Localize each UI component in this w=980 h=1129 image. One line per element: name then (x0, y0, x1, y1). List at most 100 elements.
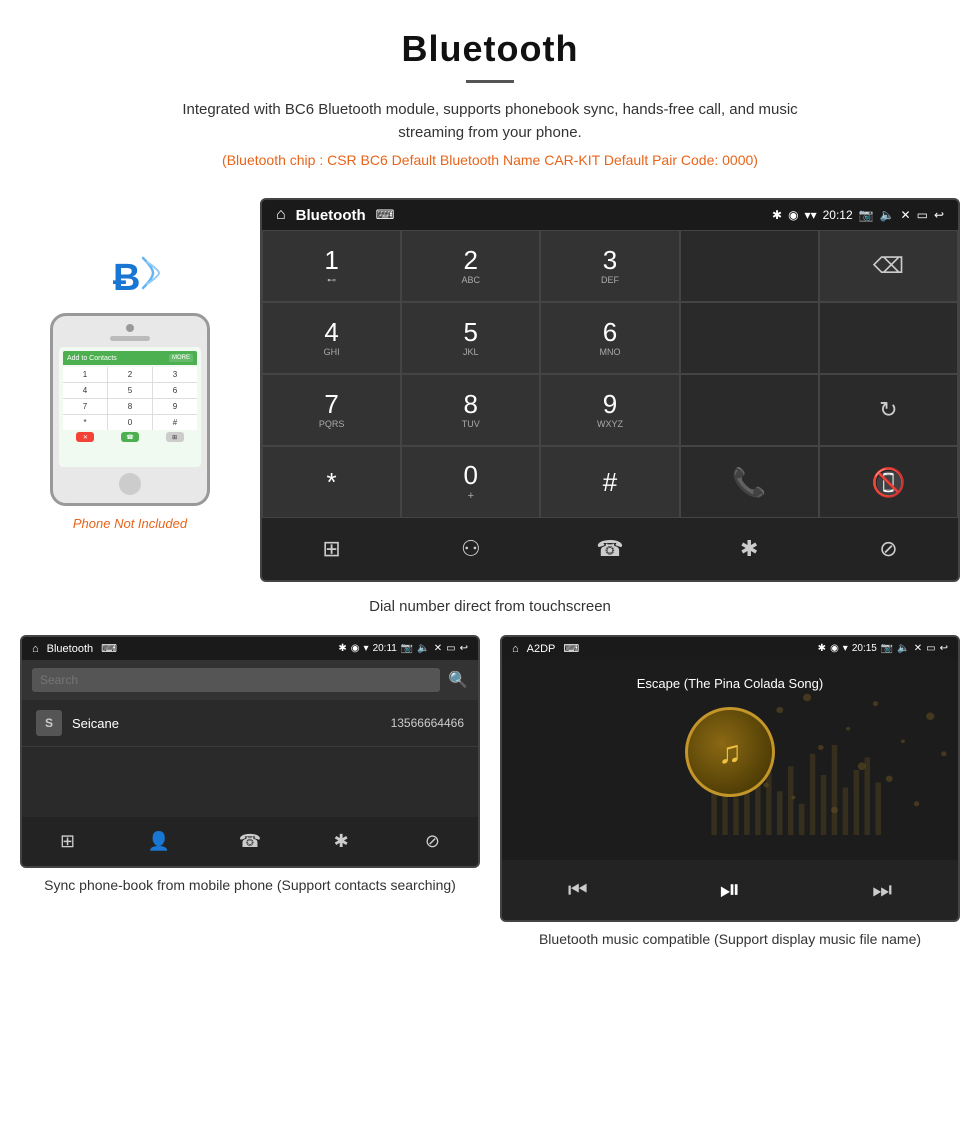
call-button[interactable]: 📞 (680, 446, 819, 518)
usb-icon: ⌨ (376, 207, 395, 223)
dial-key-3[interactable]: 3 DEF (540, 230, 679, 302)
nav-phone[interactable]: ☎ (540, 528, 679, 570)
music-main-area: Escape (The Pina Colada Song) ♫ (502, 660, 958, 860)
signal-icon: ▾▾ (805, 208, 817, 222)
close-icon[interactable]: ✕ (901, 208, 911, 222)
phone-not-included-label: Phone Not Included (73, 516, 187, 531)
pb-nav-disconnect[interactable]: ⊘ (387, 825, 478, 858)
music-sig: ▾ (843, 643, 848, 654)
music-time: 20:15 (852, 643, 877, 654)
contact-number: 13566664466 (391, 716, 464, 730)
music-status-bar: ⌂ A2DP ⌨ ✱ ◉ ▾ 20:15 📷 🔈 ✕ ▭ ↩ (502, 637, 958, 660)
pb-close[interactable]: ✕ (434, 643, 442, 654)
music-title: A2DP (527, 643, 556, 655)
title-divider (466, 80, 514, 83)
pb-cam: 📷 (401, 643, 413, 654)
music-screen: ⌂ A2DP ⌨ ✱ ◉ ▾ 20:15 📷 🔈 ✕ ▭ ↩ (500, 635, 960, 922)
phonebook-screen: ⌂ Bluetooth ⌨ ✱ ◉ ▾ 20:11 📷 🔈 ✕ ▭ ↩ (20, 635, 480, 868)
pb-back[interactable]: ↩ (460, 643, 468, 654)
phone-dial-grid: 1 2 3 4 5 6 7 8 9 * 0 # (63, 367, 197, 430)
music-win[interactable]: ▭ (926, 643, 935, 654)
phone-mockup: Add to Contacts MORE 1 2 3 4 5 6 7 8 9 *… (50, 313, 210, 506)
dial-key-6[interactable]: 6 MNO (540, 302, 679, 374)
dialpad-area: 1 ⊷ 2 ABC 3 DEF ⌫ 4 GHI (262, 230, 958, 518)
music-note-icon: ♫ (718, 734, 742, 771)
pb-usb: ⌨ (101, 642, 117, 655)
dial-key-8[interactable]: 8 TUV (401, 374, 540, 446)
album-art: ♫ (685, 707, 775, 797)
car-dialpad-screen: ⌂ Bluetooth ⌨ ✱ ◉ ▾▾ 20:12 📷 🔈 ✕ ▭ ↩ (260, 198, 960, 582)
back-icon[interactable]: ↩ (934, 208, 944, 222)
screen-title: Bluetooth (296, 207, 366, 224)
music-back[interactable]: ↩ (940, 643, 948, 654)
contact-avatar: S (36, 710, 62, 736)
dial-key-7[interactable]: 7 PQRS (262, 374, 401, 446)
music-close[interactable]: ✕ (914, 643, 922, 654)
car-bottom-nav: ⊞ ⚇ ☎ ✱ ⊘ (262, 518, 958, 580)
nav-contacts[interactable]: ⚇ (401, 528, 540, 570)
dial-key-9[interactable]: 9 WXYZ (540, 374, 679, 446)
backspace-key[interactable]: ⌫ (819, 230, 958, 302)
pb-nav-phone[interactable]: ☎ (204, 825, 295, 858)
music-home-icon[interactable]: ⌂ (512, 643, 519, 655)
end-call-button[interactable]: 📵 (819, 446, 958, 518)
page-description: Integrated with BC6 Bluetooth module, su… (150, 99, 830, 144)
dial-key-hash[interactable]: # (540, 446, 679, 518)
song-title: Escape (The Pina Colada Song) (637, 676, 823, 691)
empty-cell-3 (819, 302, 958, 374)
car-status-bar: ⌂ Bluetooth ⌨ ✱ ◉ ▾▾ 20:12 📷 🔈 ✕ ▭ ↩ (262, 200, 958, 230)
phonebook-caption: Sync phone-book from mobile phone (Suppo… (44, 876, 456, 896)
dial-key-0[interactable]: 0 + (401, 446, 540, 518)
music-item: ⌂ A2DP ⌨ ✱ ◉ ▾ 20:15 📷 🔈 ✕ ▭ ↩ (500, 635, 960, 950)
pb-title: Bluetooth (47, 643, 93, 655)
page-header: Bluetooth Integrated with BC6 Bluetooth … (0, 0, 980, 198)
pb-nav-contacts[interactable]: 👤 (113, 825, 204, 858)
bt-icon: ✱ (772, 208, 782, 222)
nav-dialpad[interactable]: ⊞ (262, 528, 401, 570)
empty-cell-4 (680, 374, 819, 446)
search-icon[interactable]: 🔍 (448, 670, 468, 690)
dial-key-2[interactable]: 2 ABC (401, 230, 540, 302)
contact-row[interactable]: S Seicane 13566664466 (22, 700, 478, 747)
music-cam: 📷 (881, 643, 893, 654)
bottom-section: ⌂ Bluetooth ⌨ ✱ ◉ ▾ 20:11 📷 🔈 ✕ ▭ ↩ (0, 635, 980, 970)
dial-key-1[interactable]: 1 ⊷ (262, 230, 401, 302)
pb-win[interactable]: ▭ (446, 643, 455, 654)
phone-speaker (110, 336, 150, 341)
car-screen-main: ⌂ Bluetooth ⌨ ✱ ◉ ▾▾ 20:12 📷 🔈 ✕ ▭ ↩ (260, 198, 960, 582)
pb-bt-icon: ✱ (338, 643, 346, 654)
phone-screen: Add to Contacts MORE 1 2 3 4 5 6 7 8 9 *… (59, 347, 201, 467)
music-controls: ⏮ ⏯ ⏭ (502, 860, 958, 920)
dial-key-5[interactable]: 5 JKL (401, 302, 540, 374)
dial-key-star[interactable]: * (262, 446, 401, 518)
music-loc: ◉ (830, 643, 839, 654)
music-vol: 🔈 (897, 643, 909, 654)
pb-nav-dialpad[interactable]: ⊞ (22, 825, 113, 858)
play-pause-button[interactable]: ⏯ (700, 874, 761, 906)
phonebook-item: ⌂ Bluetooth ⌨ ✱ ◉ ▾ 20:11 📷 🔈 ✕ ▭ ↩ (20, 635, 480, 950)
page-title: Bluetooth (20, 28, 960, 70)
phone-bottom-row: ✕ ☎ ⊞ (63, 432, 197, 442)
phonebook-status-bar: ⌂ Bluetooth ⌨ ✱ ◉ ▾ 20:11 📷 🔈 ✕ ▭ ↩ (22, 637, 478, 660)
bluetooth-specs: (Bluetooth chip : CSR BC6 Default Blueto… (20, 152, 960, 168)
next-button[interactable]: ⏭ (852, 877, 912, 903)
search-input[interactable] (32, 668, 440, 692)
phone-screen-header: Add to Contacts MORE (63, 351, 197, 365)
home-icon[interactable]: ⌂ (276, 206, 286, 224)
dial-key-4[interactable]: 4 GHI (262, 302, 401, 374)
nav-disconnect[interactable]: ⊘ (819, 528, 958, 570)
prev-button[interactable]: ⏮ (548, 877, 608, 903)
phone-home-button (119, 473, 141, 495)
contact-name: Seicane (72, 716, 391, 731)
location-icon: ◉ (788, 208, 798, 222)
bluetooth-waves: Ƀ (95, 238, 165, 308)
pb-home-icon[interactable]: ⌂ (32, 643, 39, 655)
refresh-key[interactable]: ↻ (819, 374, 958, 446)
nav-bluetooth[interactable]: ✱ (680, 528, 819, 570)
volume-icon: 🔈 (880, 208, 895, 222)
empty-cell-1 (680, 230, 819, 302)
window-icon[interactable]: ▭ (917, 208, 928, 222)
camera-icon: 📷 (859, 208, 874, 222)
pb-nav-bt[interactable]: ✱ (296, 825, 387, 858)
music-usb: ⌨ (563, 642, 579, 655)
